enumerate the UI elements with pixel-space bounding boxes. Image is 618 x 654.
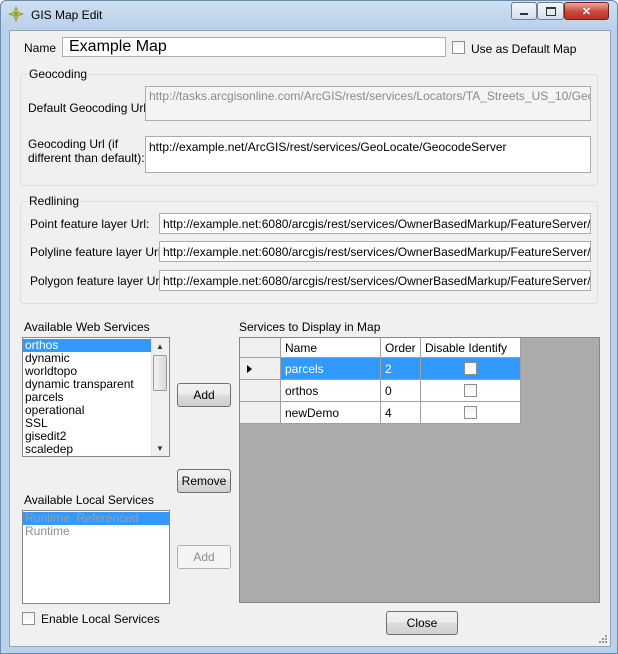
- table-row-order[interactable]: 0: [381, 380, 421, 402]
- grid-corner-header: [240, 338, 281, 358]
- table-row-disable-identify-cell[interactable]: [421, 358, 521, 380]
- web-services-scrollbar[interactable]: ▲ ▼: [151, 338, 169, 456]
- maximize-icon: [545, 6, 556, 16]
- local-services-list[interactable]: Runtime_Referenced Runtime: [22, 510, 170, 604]
- column-header-order[interactable]: Order: [381, 338, 421, 358]
- app-icon: [8, 6, 24, 22]
- current-row-arrow-icon: [247, 365, 252, 373]
- default-map-label: Use as Default Map: [471, 42, 577, 56]
- redlining-group-title: Redlining: [27, 194, 82, 208]
- disable-identify-checkbox[interactable]: [464, 362, 477, 375]
- map-name-input[interactable]: Example Map: [62, 37, 446, 57]
- row-header[interactable]: [240, 358, 281, 380]
- polyline-layer-label: Polyline feature layer Url:: [30, 245, 165, 259]
- map-services-grid[interactable]: Name Order Disable Identify parcels 2 or…: [239, 337, 600, 603]
- resize-grip-icon[interactable]: [598, 634, 608, 644]
- close-icon: ✕: [581, 5, 592, 18]
- window-title: GIS Map Edit: [31, 8, 103, 22]
- table-row-name[interactable]: orthos: [281, 380, 381, 402]
- dialog-body: Name Example Map Use as Default Map Geoc…: [9, 30, 611, 647]
- enable-local-services-checkbox[interactable]: [22, 612, 35, 625]
- column-header-disable-identify[interactable]: Disable Identify: [421, 338, 521, 358]
- table-row-order[interactable]: 4: [381, 402, 421, 424]
- map-services-title: Services to Display in Map: [239, 320, 381, 334]
- table-row-name[interactable]: newDemo: [281, 402, 381, 424]
- point-layer-label: Point feature layer Url:: [30, 217, 150, 231]
- table-row-disable-identify-cell[interactable]: [421, 380, 521, 402]
- row-header[interactable]: [240, 402, 281, 424]
- row-header[interactable]: [240, 380, 281, 402]
- gis-map-edit-window: GIS Map Edit ✕ Name Example Map Use as D…: [0, 0, 618, 654]
- minimize-icon: [520, 13, 528, 15]
- polygon-layer-label: Polygon feature layer Url:: [30, 274, 166, 288]
- table-row-disable-identify-cell[interactable]: [421, 402, 521, 424]
- column-header-name[interactable]: Name: [281, 338, 381, 358]
- local-services-title: Available Local Services: [24, 493, 154, 507]
- list-item[interactable]: Runtime: [23, 525, 169, 538]
- close-window-button[interactable]: ✕: [564, 2, 609, 20]
- table-row-name[interactable]: parcels: [281, 358, 381, 380]
- disable-identify-checkbox[interactable]: [464, 406, 477, 419]
- polyline-layer-url-input[interactable]: http://example.net:6080/arcgis/rest/serv…: [159, 241, 591, 262]
- scroll-down-icon[interactable]: ▼: [152, 440, 168, 456]
- add-web-service-button[interactable]: Add: [177, 383, 231, 407]
- title-bar[interactable]: GIS Map Edit ✕: [1, 1, 617, 29]
- geocoding-group-title: Geocoding: [27, 67, 90, 81]
- web-services-list[interactable]: orthos dynamic worldtopo dynamic transpa…: [22, 337, 170, 457]
- disable-identify-checkbox[interactable]: [464, 384, 477, 397]
- maximize-button[interactable]: [537, 2, 564, 20]
- default-geocoding-url-field: http://tasks.arcgisonline.com/ArcGIS/res…: [145, 86, 591, 121]
- add-local-service-button[interactable]: Add: [177, 545, 231, 569]
- point-layer-url-input[interactable]: http://example.net:6080/arcgis/rest/serv…: [159, 213, 591, 234]
- list-item[interactable]: scaledep: [23, 443, 153, 456]
- close-button[interactable]: Close: [386, 611, 458, 635]
- enable-local-services-label: Enable Local Services: [41, 612, 160, 626]
- scroll-thumb[interactable]: [153, 355, 167, 391]
- default-geocoding-label: Default Geocoding Url:: [28, 101, 150, 115]
- minimize-button[interactable]: [511, 2, 537, 20]
- custom-geocoding-label: Geocoding Url (if different than default…: [28, 137, 145, 165]
- custom-geocoding-url-input[interactable]: http://example.net/ArcGIS/rest/services/…: [145, 136, 591, 173]
- table-row-order[interactable]: 2: [381, 358, 421, 380]
- scroll-up-icon[interactable]: ▲: [152, 338, 168, 354]
- name-label: Name: [24, 41, 57, 55]
- default-map-checkbox[interactable]: [452, 41, 465, 54]
- polygon-layer-url-input[interactable]: http://example.net:6080/arcgis/rest/serv…: [159, 270, 591, 291]
- remove-service-button[interactable]: Remove: [177, 469, 231, 493]
- web-services-title: Available Web Services: [24, 320, 150, 334]
